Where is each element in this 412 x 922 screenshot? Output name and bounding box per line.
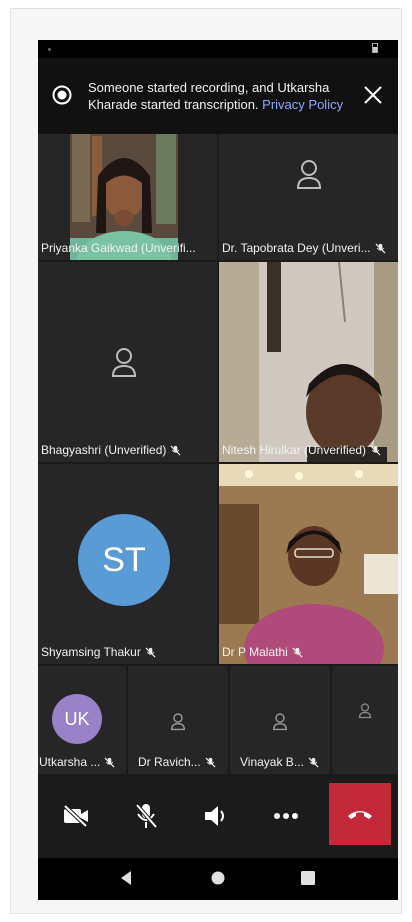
person-icon [358,703,372,719]
avatar: ST [78,514,170,606]
participant-tile-more[interactable] [332,666,398,774]
participant-name: Dr Ravich... [138,755,201,769]
mic-muted-icon [104,756,115,768]
end-call-button[interactable] [329,783,391,845]
participant-tile-nitesh[interactable]: Nitesh Hirulkar (Unverified) [219,262,398,462]
participant-name: Vinayak B... [240,755,304,769]
participant-name: Dr. Tapobrata Dey (Unveri... [222,241,371,255]
avatar-initials: UK [64,708,90,729]
home-icon[interactable] [210,869,226,887]
person-icon [111,348,137,377]
end-call-icon [348,811,372,819]
mic-toggle-button[interactable] [116,786,176,846]
participant-name: Nitesh Hirulkar (Unverified) [222,443,367,457]
person-icon [272,713,288,731]
participant-label: Vinayak B... [240,755,327,769]
participant-label: Dr Ravich... [138,755,225,769]
recording-icon [52,85,72,105]
status-bar [38,40,398,58]
banner-text: Someone started recording, and Utkarsha … [88,79,348,113]
battery-icon [372,43,378,53]
participant-label: Shyamsing Thakur [41,645,214,659]
call-controls [38,778,398,858]
recents-icon[interactable] [300,869,316,887]
mic-muted-icon [145,646,156,658]
participant-label: Utkarsha ... [39,755,123,769]
more-icon [274,813,298,819]
avatar: UK [52,694,102,744]
recording-banner: Someone started recording, and Utkarsha … [38,58,398,134]
participant-name: Priyanka Gaikwad (Unverifi... [41,241,196,255]
mic-muted-icon [292,646,303,658]
participant-tile-utkarsha[interactable]: UK Utkarsha ... [38,666,126,774]
mic-muted-icon [205,756,216,768]
person-icon [170,713,186,731]
participant-video [219,262,398,462]
participant-tile-vinayak[interactable]: Vinayak B... [230,666,330,774]
participant-video [219,464,398,664]
participant-label: Dr. Tapobrata Dey (Unveri... [222,241,395,255]
back-icon[interactable] [118,869,134,887]
avatar-initials: ST [102,540,146,579]
status-dot [48,48,51,51]
participant-name: Shyamsing Thakur [41,645,141,659]
camera-off-icon [63,804,88,828]
participant-label: Dr P Malathi [222,645,395,659]
mic-muted-icon [308,756,319,768]
mic-muted-icon [375,242,386,254]
participant-name: Bhagyashri (Unverified) [41,443,167,457]
more-options-button[interactable] [256,786,316,846]
camera-toggle-button[interactable] [46,786,106,846]
person-icon [296,160,322,189]
close-icon[interactable] [362,84,384,106]
participant-tile-ravich[interactable]: Dr Ravich... [128,666,228,774]
mic-muted-icon [170,444,181,456]
participant-tile-malathi[interactable]: Dr P Malathi [219,464,398,664]
participant-label: Nitesh Hirulkar (Unverified) [222,443,395,457]
participant-label: Priyanka Gaikwad (Unverifi... [41,241,214,255]
speaker-icon [205,806,224,826]
participant-name: Utkarsha ... [39,755,101,769]
participant-name: Dr P Malathi [222,645,288,659]
meeting-screen: Priyanka Gaikwad (Unverifi... Dr. Tapobr… [38,40,398,900]
privacy-policy-link[interactable]: Privacy Policy [262,97,343,112]
mic-muted-icon [370,444,381,456]
system-nav-bar [38,858,398,900]
speaker-button[interactable] [186,786,246,846]
mic-off-icon [135,803,158,829]
participant-tile-shyamsing[interactable]: ST Shyamsing Thakur [38,464,217,664]
participant-tile-bhagyashri[interactable]: Bhagyashri (Unverified) [38,262,217,462]
participant-label: Bhagyashri (Unverified) [41,443,214,457]
